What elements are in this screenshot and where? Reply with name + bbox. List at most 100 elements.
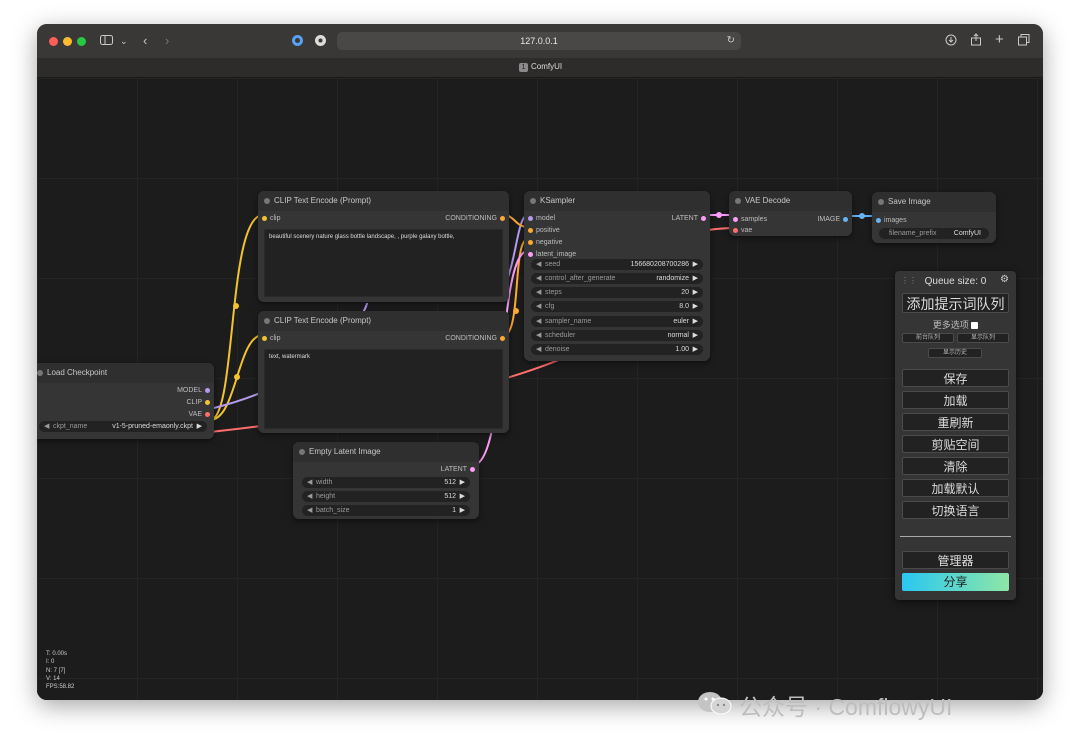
address-bar[interactable]: 127.0.0.1 ↻ <box>337 32 741 50</box>
back-arrow-icon[interactable]: ‹ <box>143 34 147 48</box>
widget-sampler-name[interactable]: ◀ sampler_name euler ▶ <box>531 316 703 327</box>
input-slot-model: model <box>536 215 556 222</box>
tab-comfyui[interactable]: 1 ComfyUI <box>519 61 562 73</box>
input-slot-dot[interactable] <box>262 336 267 341</box>
widget-seed[interactable]: ◀ seed 156680208700286 ▶ <box>531 259 703 270</box>
new-tab-icon[interactable]: + <box>995 32 1004 47</box>
input-slot-dot[interactable] <box>528 216 533 221</box>
switch-language-button[interactable]: 切换语言 <box>902 501 1009 519</box>
decrement-arrow-icon[interactable]: ◀ <box>307 477 312 488</box>
widget-width[interactable]: ◀ width 512 ▶ <box>302 477 470 488</box>
increment-arrow-icon[interactable]: ▶ <box>460 491 465 502</box>
output-slot-latent: LATENT <box>671 215 698 222</box>
clipspace-button[interactable]: 剪贴空间 <box>902 435 1009 453</box>
increment-arrow-icon[interactable]: ▶ <box>693 273 698 284</box>
chevron-down-icon[interactable]: ⌄ <box>120 34 128 48</box>
clear-button[interactable]: 清除 <box>902 457 1009 475</box>
decrement-arrow-icon[interactable]: ◀ <box>536 344 541 355</box>
widget-scheduler[interactable]: ◀ scheduler normal ▶ <box>531 330 703 341</box>
decrement-arrow-icon[interactable]: ◀ <box>536 316 541 327</box>
queue-prompt-button[interactable]: 添加提示词队列 <box>902 293 1009 313</box>
extra-options-checkbox[interactable] <box>971 322 979 330</box>
output-slot-dot[interactable] <box>205 412 210 417</box>
output-slot-dot[interactable] <box>701 216 706 221</box>
node-vae-decode[interactable]: VAE Decode samples vae IMAGE <box>729 191 852 236</box>
minimize-window-button[interactable] <box>63 37 72 46</box>
decrement-arrow-icon[interactable]: ◀ <box>536 259 541 270</box>
input-slot-dot[interactable] <box>528 252 533 257</box>
decrement-arrow-icon[interactable]: ◀ <box>536 287 541 298</box>
watermark: 公众号 · ComflowyUI <box>697 690 952 720</box>
view-queue-button[interactable]: 显示队列 <box>957 333 1009 343</box>
close-window-button[interactable] <box>49 37 58 46</box>
increment-arrow-icon[interactable]: ▶ <box>197 421 202 432</box>
widget-filename-prefix[interactable]: filename_prefix ComfyUI <box>879 228 989 239</box>
widget-ckpt-name[interactable]: ◀ ckpt_name v1-5-pruned-emaonly.ckpt ▶ <box>39 421 207 432</box>
output-slot-dot[interactable] <box>205 400 210 405</box>
output-slot-dot[interactable] <box>843 217 848 222</box>
output-slot-dot[interactable] <box>500 336 505 341</box>
view-queue-front-button[interactable]: 前台队列 <box>902 333 954 343</box>
input-slot-dot[interactable] <box>733 217 738 222</box>
decrement-arrow-icon[interactable]: ◀ <box>307 491 312 502</box>
node-save-image[interactable]: Save Image images filename_prefix ComfyUI <box>872 192 996 243</box>
privacy-icon[interactable] <box>314 34 327 50</box>
reload-icon[interactable]: ↻ <box>727 32 735 50</box>
zoom-window-button[interactable] <box>77 37 86 46</box>
decrement-arrow-icon[interactable]: ◀ <box>307 505 312 516</box>
decrement-arrow-icon[interactable]: ◀ <box>536 273 541 284</box>
node-empty-latent-image[interactable]: Empty Latent Image LATENT ◀ width 512 ▶ ◀ he… <box>293 442 479 519</box>
share-button[interactable]: 分享 <box>902 573 1009 591</box>
widget-value: 1.00 <box>675 346 689 353</box>
increment-arrow-icon[interactable]: ▶ <box>693 259 698 270</box>
gear-icon[interactable]: ⚙ <box>1000 274 1009 285</box>
increment-arrow-icon[interactable]: ▶ <box>693 344 698 355</box>
output-slot-dot[interactable] <box>470 467 475 472</box>
view-history-button[interactable]: 显示历史 <box>928 348 982 358</box>
output-slot-dot[interactable] <box>205 388 210 393</box>
widget-label: filename_prefix <box>889 230 937 237</box>
increment-arrow-icon[interactable]: ▶ <box>693 287 698 298</box>
node-clip-text-encode-positive[interactable]: CLIP Text Encode (Prompt) clip CONDITION… <box>258 191 509 302</box>
widget-cfg[interactable]: ◀ cfg 8.0 ▶ <box>531 301 703 312</box>
input-slot-dot[interactable] <box>733 228 738 233</box>
node-clip-text-encode-negative[interactable]: CLIP Text Encode (Prompt) clip CONDITION… <box>258 311 509 433</box>
save-button[interactable]: 保存 <box>902 369 1009 387</box>
manager-button[interactable]: 管理器 <box>902 551 1009 569</box>
refresh-button[interactable]: 重刷新 <box>902 413 1009 431</box>
input-slot-dot[interactable] <box>528 240 533 245</box>
increment-arrow-icon[interactable]: ▶ <box>693 301 698 312</box>
output-slot-conditioning: CONDITIONING <box>445 215 497 222</box>
load-button[interactable]: 加载 <box>902 391 1009 409</box>
increment-arrow-icon[interactable]: ▶ <box>460 505 465 516</box>
widget-height[interactable]: ◀ height 512 ▶ <box>302 491 470 502</box>
stat-time: T: 0.00s <box>46 651 68 657</box>
prompt-text-area[interactable]: beautiful scenery nature glass bottle la… <box>264 229 503 297</box>
widget-batch-size[interactable]: ◀ batch_size 1 ▶ <box>302 505 470 516</box>
widget-control-after-generate[interactable]: ◀ control_after_generate randomize ▶ <box>531 273 703 284</box>
input-slot-dot[interactable] <box>876 218 881 223</box>
increment-arrow-icon[interactable]: ▶ <box>693 330 698 341</box>
decrement-arrow-icon[interactable]: ◀ <box>536 301 541 312</box>
increment-arrow-icon[interactable]: ▶ <box>460 477 465 488</box>
input-slot-dot[interactable] <box>528 228 533 233</box>
download-icon[interactable] <box>945 34 957 49</box>
decrement-arrow-icon[interactable]: ◀ <box>536 330 541 341</box>
node-load-checkpoint[interactable]: Load Checkpoint MODEL CLIP VAE ◀ ckpt_nam… <box>37 363 214 439</box>
input-slot-dot[interactable] <box>262 216 267 221</box>
output-slot-dot[interactable] <box>500 216 505 221</box>
load-default-button[interactable]: 加载默认 <box>902 479 1009 497</box>
widget-denoise[interactable]: ◀ denoise 1.00 ▶ <box>531 344 703 355</box>
widget-value: 8.0 <box>679 303 689 310</box>
forward-arrow-icon[interactable]: › <box>165 34 169 48</box>
tab-overview-icon[interactable] <box>1018 34 1030 49</box>
node-graph-canvas[interactable]: CLIP Text Encode (Prompt) clip CONDITION… <box>37 78 1043 700</box>
increment-arrow-icon[interactable]: ▶ <box>693 316 698 327</box>
share-icon[interactable] <box>970 33 982 49</box>
prompt-text-area[interactable]: text, watermark <box>264 349 503 429</box>
extension-icon[interactable] <box>291 34 304 50</box>
decrement-arrow-icon[interactable]: ◀ <box>44 421 49 432</box>
sidebar-toggle-icon[interactable] <box>100 35 114 49</box>
widget-steps[interactable]: ◀ steps 20 ▶ <box>531 287 703 298</box>
node-ksampler[interactable]: KSampler model positive negative latent_… <box>524 191 710 361</box>
